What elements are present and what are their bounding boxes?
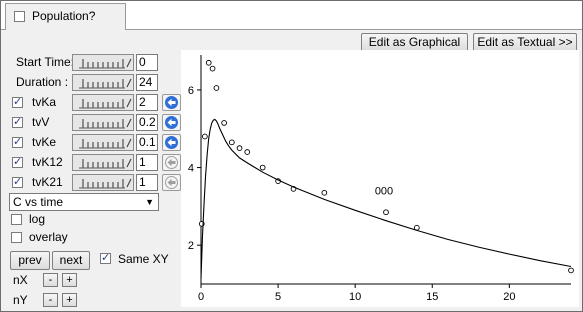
x-tick-label: 0 bbox=[198, 291, 204, 303]
observed-point bbox=[228, 139, 235, 146]
nx-plus-button[interactable]: + bbox=[62, 273, 77, 287]
observed-point bbox=[568, 267, 574, 274]
param-slider[interactable] bbox=[72, 174, 134, 191]
param-label: tvK12 bbox=[32, 155, 63, 169]
arrow-left-icon[interactable] bbox=[162, 94, 181, 111]
ny-label: nY bbox=[13, 293, 28, 307]
param-value-input[interactable]: 0.1 bbox=[136, 134, 158, 151]
prev-button[interactable]: prev bbox=[10, 251, 50, 270]
nx-label: nX bbox=[13, 273, 28, 287]
param-slider[interactable] bbox=[72, 54, 134, 71]
same-xy-checkbox[interactable] bbox=[100, 251, 111, 264]
chevron-down-icon: ▼ bbox=[145, 197, 154, 207]
y-tick-label: 2 bbox=[188, 240, 194, 252]
param-slider[interactable] bbox=[72, 114, 134, 131]
tab-population[interactable]: Population? bbox=[5, 3, 126, 30]
app-frame: Population? Edit as Graphical >> Edit as… bbox=[0, 0, 583, 312]
observed-point bbox=[244, 149, 251, 155]
chart-annotation: 000 bbox=[375, 186, 393, 198]
param-label: tvK21 bbox=[32, 175, 63, 189]
population-checkbox[interactable] bbox=[14, 11, 25, 22]
observed-point bbox=[205, 59, 212, 66]
log-label: log bbox=[29, 212, 46, 226]
plot-area: 0 5 10 15 20 2 4 6 000 bbox=[181, 50, 579, 307]
param-slider[interactable] bbox=[72, 134, 134, 151]
param-value-input[interactable]: 2 bbox=[136, 94, 158, 111]
observed-point bbox=[213, 85, 220, 91]
overlay-checkbox[interactable] bbox=[11, 232, 22, 243]
param-checkbox[interactable] bbox=[12, 175, 23, 188]
y-tick-label: 6 bbox=[188, 85, 194, 97]
model-curve bbox=[200, 118, 572, 279]
observed-point bbox=[221, 120, 227, 126]
plot-type-value: C vs time bbox=[13, 195, 64, 209]
arrow-left-icon[interactable] bbox=[162, 174, 181, 191]
param-value-input[interactable]: 1 bbox=[136, 174, 158, 191]
x-tick-label: 20 bbox=[503, 291, 515, 303]
observed-point bbox=[383, 209, 389, 216]
x-tick-label: 10 bbox=[349, 291, 361, 303]
param-slider[interactable] bbox=[72, 154, 134, 171]
y-tick-label: 4 bbox=[188, 163, 194, 175]
observed-point bbox=[259, 164, 266, 171]
plot-type-select[interactable]: C vs time ▼ bbox=[9, 193, 159, 211]
observed-point bbox=[202, 133, 208, 140]
ny-minus-button[interactable]: - bbox=[43, 293, 58, 307]
param-value-input[interactable]: 0 bbox=[136, 54, 158, 71]
observed-point bbox=[209, 65, 216, 72]
param-value-input[interactable]: 1 bbox=[136, 154, 158, 171]
x-tick-label: 5 bbox=[275, 291, 281, 303]
param-slider[interactable] bbox=[72, 74, 134, 91]
param-label: tvV bbox=[32, 115, 50, 129]
param-checkbox[interactable] bbox=[12, 135, 23, 148]
param-value-input[interactable]: 0.2 bbox=[136, 114, 158, 131]
param-value-input[interactable]: 24 bbox=[136, 74, 158, 91]
next-button[interactable]: next bbox=[52, 251, 90, 270]
observed-point bbox=[236, 145, 243, 152]
observed-point bbox=[321, 189, 328, 196]
ny-plus-button[interactable]: + bbox=[62, 293, 77, 307]
log-checkbox[interactable] bbox=[11, 214, 22, 225]
param-checkbox[interactable] bbox=[12, 95, 23, 108]
tab-bar: Population? bbox=[1, 1, 582, 30]
overlay-label: overlay bbox=[29, 230, 68, 244]
x-tick-label: 15 bbox=[426, 291, 438, 303]
param-checkbox[interactable] bbox=[12, 115, 23, 128]
same-xy-label: Same XY bbox=[118, 252, 169, 266]
nx-minus-button[interactable]: - bbox=[43, 273, 58, 287]
arrow-left-icon[interactable] bbox=[162, 114, 181, 131]
param-label: Start Time: bbox=[16, 55, 75, 69]
concentration-chart: 0 5 10 15 20 2 4 6 000 bbox=[188, 55, 574, 303]
param-label: Duration : bbox=[16, 75, 69, 89]
param-checkbox[interactable] bbox=[12, 155, 23, 168]
arrow-left-icon[interactable] bbox=[162, 154, 181, 171]
param-slider[interactable] bbox=[72, 94, 134, 111]
arrow-left-icon[interactable] bbox=[162, 134, 181, 151]
population-label: Population? bbox=[32, 9, 96, 23]
param-label: tvKe bbox=[32, 135, 57, 149]
param-label: tvKa bbox=[32, 95, 57, 109]
